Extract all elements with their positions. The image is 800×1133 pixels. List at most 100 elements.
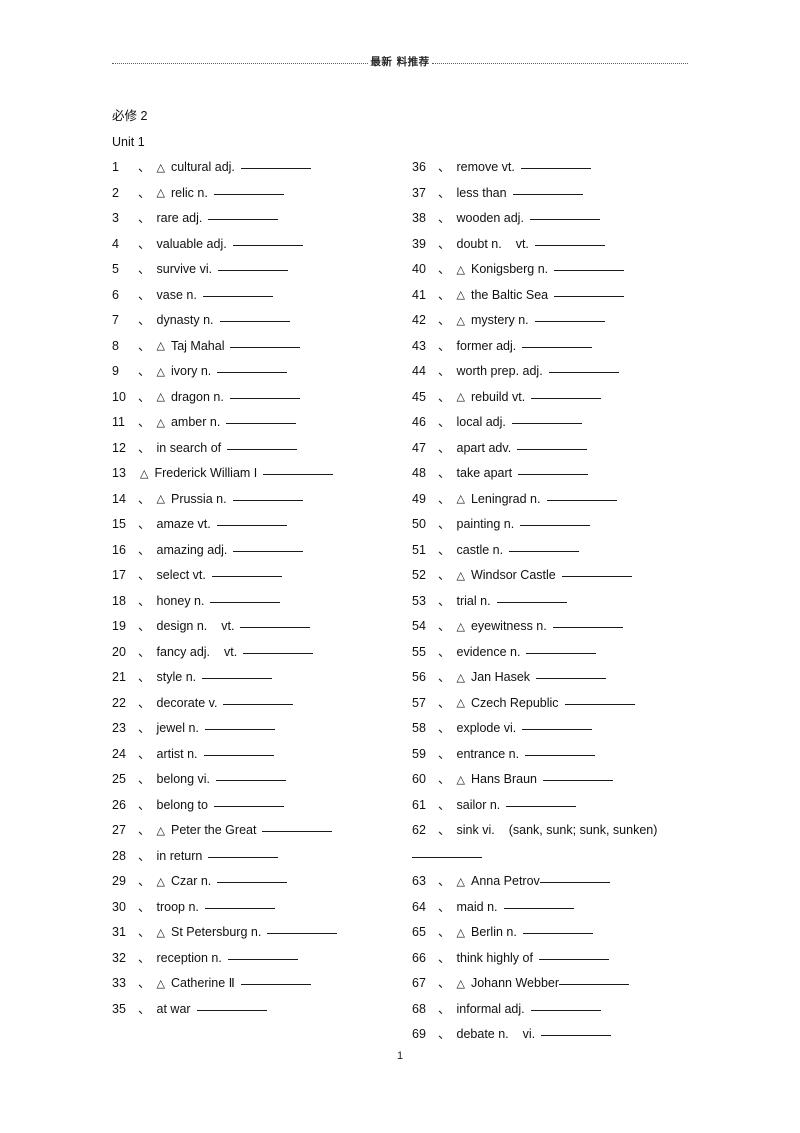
answer-blank[interactable]	[216, 780, 287, 781]
answer-blank[interactable]	[412, 856, 482, 858]
vocabulary-entry: 48 、 take apart	[412, 461, 712, 487]
answer-blank[interactable]	[561, 576, 632, 577]
answer-blank[interactable]	[229, 397, 300, 399]
answer-blank[interactable]	[232, 499, 303, 501]
answer-blank[interactable]	[518, 474, 589, 475]
answer-blank[interactable]	[543, 780, 613, 781]
answer-blank[interactable]	[240, 168, 311, 169]
entry-word: reception n.	[156, 950, 222, 965]
answer-blank[interactable]	[506, 805, 577, 807]
answer-blank[interactable]	[223, 703, 294, 705]
answer-blank[interactable]	[202, 678, 273, 679]
answer-blank[interactable]	[203, 754, 274, 756]
entry-word: Czar n.	[170, 874, 212, 888]
entry-separator: 、	[138, 874, 151, 888]
answer-blank[interactable]	[531, 397, 602, 399]
answer-blank[interactable]	[216, 525, 287, 526]
entry-word: Berlin n.	[470, 925, 517, 939]
vocabulary-entry: 40 、 △ Konigsberg n.	[412, 257, 712, 283]
answer-blank[interactable]	[554, 270, 625, 271]
answer-blank[interactable]	[541, 1035, 612, 1036]
answer-blank[interactable]	[226, 423, 297, 424]
entry-word: belong to	[156, 797, 208, 812]
answer-blank[interactable]	[213, 193, 284, 195]
entry-number: 59	[412, 746, 426, 761]
vocabulary-entry: 15 、 amaze vt.	[112, 512, 412, 538]
answer-blank[interactable]	[517, 448, 588, 450]
answer-blank[interactable]	[538, 958, 609, 960]
answer-blank[interactable]	[204, 907, 275, 909]
answer-blank[interactable]	[267, 933, 338, 934]
answer-blank[interactable]	[534, 244, 605, 246]
answer-blank[interactable]	[522, 346, 593, 348]
answer-blank[interactable]	[240, 984, 311, 985]
answer-blank[interactable]	[243, 652, 314, 654]
answer-blank[interactable]	[552, 627, 623, 628]
entry-word: Catherine Ⅱ	[170, 976, 235, 990]
entry-word: St Petersburg n.	[170, 925, 262, 939]
answer-blank[interactable]	[227, 448, 298, 450]
answer-blank[interactable]	[208, 856, 279, 858]
answer-blank[interactable]	[520, 525, 591, 526]
entry-word: vase n.	[156, 287, 197, 302]
answer-blank[interactable]	[534, 321, 605, 322]
vocabulary-entry: 9 、 △ ivory n.	[112, 359, 412, 385]
entry-word: Hans Braun	[470, 772, 537, 786]
answer-blank[interactable]	[522, 933, 593, 934]
answer-blank[interactable]	[208, 219, 279, 220]
answer-blank[interactable]	[210, 601, 281, 603]
answer-blank[interactable]	[233, 550, 304, 552]
answer-blank[interactable]	[227, 958, 298, 960]
answer-blank[interactable]	[204, 729, 275, 730]
entry-separator: 、	[438, 185, 451, 200]
answer-blank[interactable]	[525, 754, 596, 756]
entry-word: sailor n.	[456, 797, 501, 812]
entry-separator: 、	[138, 721, 151, 735]
answer-blank[interactable]	[530, 1009, 601, 1011]
answer-blank[interactable]	[230, 346, 301, 348]
answer-blank[interactable]	[217, 372, 288, 373]
entry-separator: 、	[438, 950, 451, 965]
answer-blank[interactable]	[196, 1009, 267, 1011]
answer-blank[interactable]	[262, 831, 333, 832]
answer-blank[interactable]	[511, 423, 582, 424]
answer-blank[interactable]	[520, 168, 591, 169]
answer-blank[interactable]	[526, 652, 597, 654]
answer-blank[interactable]	[211, 576, 282, 577]
vocabulary-entry: 8 、 △ Taj Mahal	[112, 334, 412, 360]
answer-blank[interactable]	[218, 270, 289, 271]
vocabulary-entry: 63 、 △ Anna Petrov	[412, 869, 712, 895]
answer-blank[interactable]	[213, 805, 284, 807]
entry-separator: 、	[438, 211, 451, 225]
entry-word: Konigsberg n.	[470, 262, 549, 276]
answer-blank[interactable]	[559, 984, 630, 985]
entry-separator: 、	[438, 262, 451, 276]
answer-blank[interactable]	[512, 193, 583, 195]
answer-blank[interactable]	[232, 244, 303, 246]
entry-separator: 、	[438, 568, 451, 582]
entry-separator: 、	[438, 1001, 451, 1016]
answer-blank[interactable]	[496, 601, 567, 603]
answer-blank[interactable]	[217, 882, 288, 883]
entry-separator: 、	[438, 823, 451, 837]
answer-blank[interactable]	[554, 295, 625, 297]
answer-blank[interactable]	[263, 474, 334, 475]
answer-blank[interactable]	[522, 729, 593, 730]
answer-blank[interactable]	[219, 321, 290, 322]
answer-blank[interactable]	[202, 295, 273, 297]
answer-blank[interactable]	[548, 372, 619, 373]
answer-blank[interactable]	[509, 550, 580, 552]
triangle-marker-icon: △	[156, 874, 165, 888]
vocabulary-entry: 58 、 explode vi.	[412, 716, 712, 742]
entry-word: entrance n.	[456, 746, 520, 761]
entry-number: 23	[112, 721, 126, 735]
answer-blank[interactable]	[503, 907, 574, 909]
answer-blank[interactable]	[240, 627, 311, 628]
answer-blank[interactable]	[539, 882, 610, 883]
answer-blank[interactable]	[564, 703, 635, 705]
answer-blank[interactable]	[529, 219, 600, 220]
answer-blank[interactable]	[536, 678, 607, 679]
entry-word: valuable adj.	[156, 236, 227, 251]
triangle-marker-icon: △	[456, 313, 465, 327]
answer-blank[interactable]	[546, 499, 617, 501]
